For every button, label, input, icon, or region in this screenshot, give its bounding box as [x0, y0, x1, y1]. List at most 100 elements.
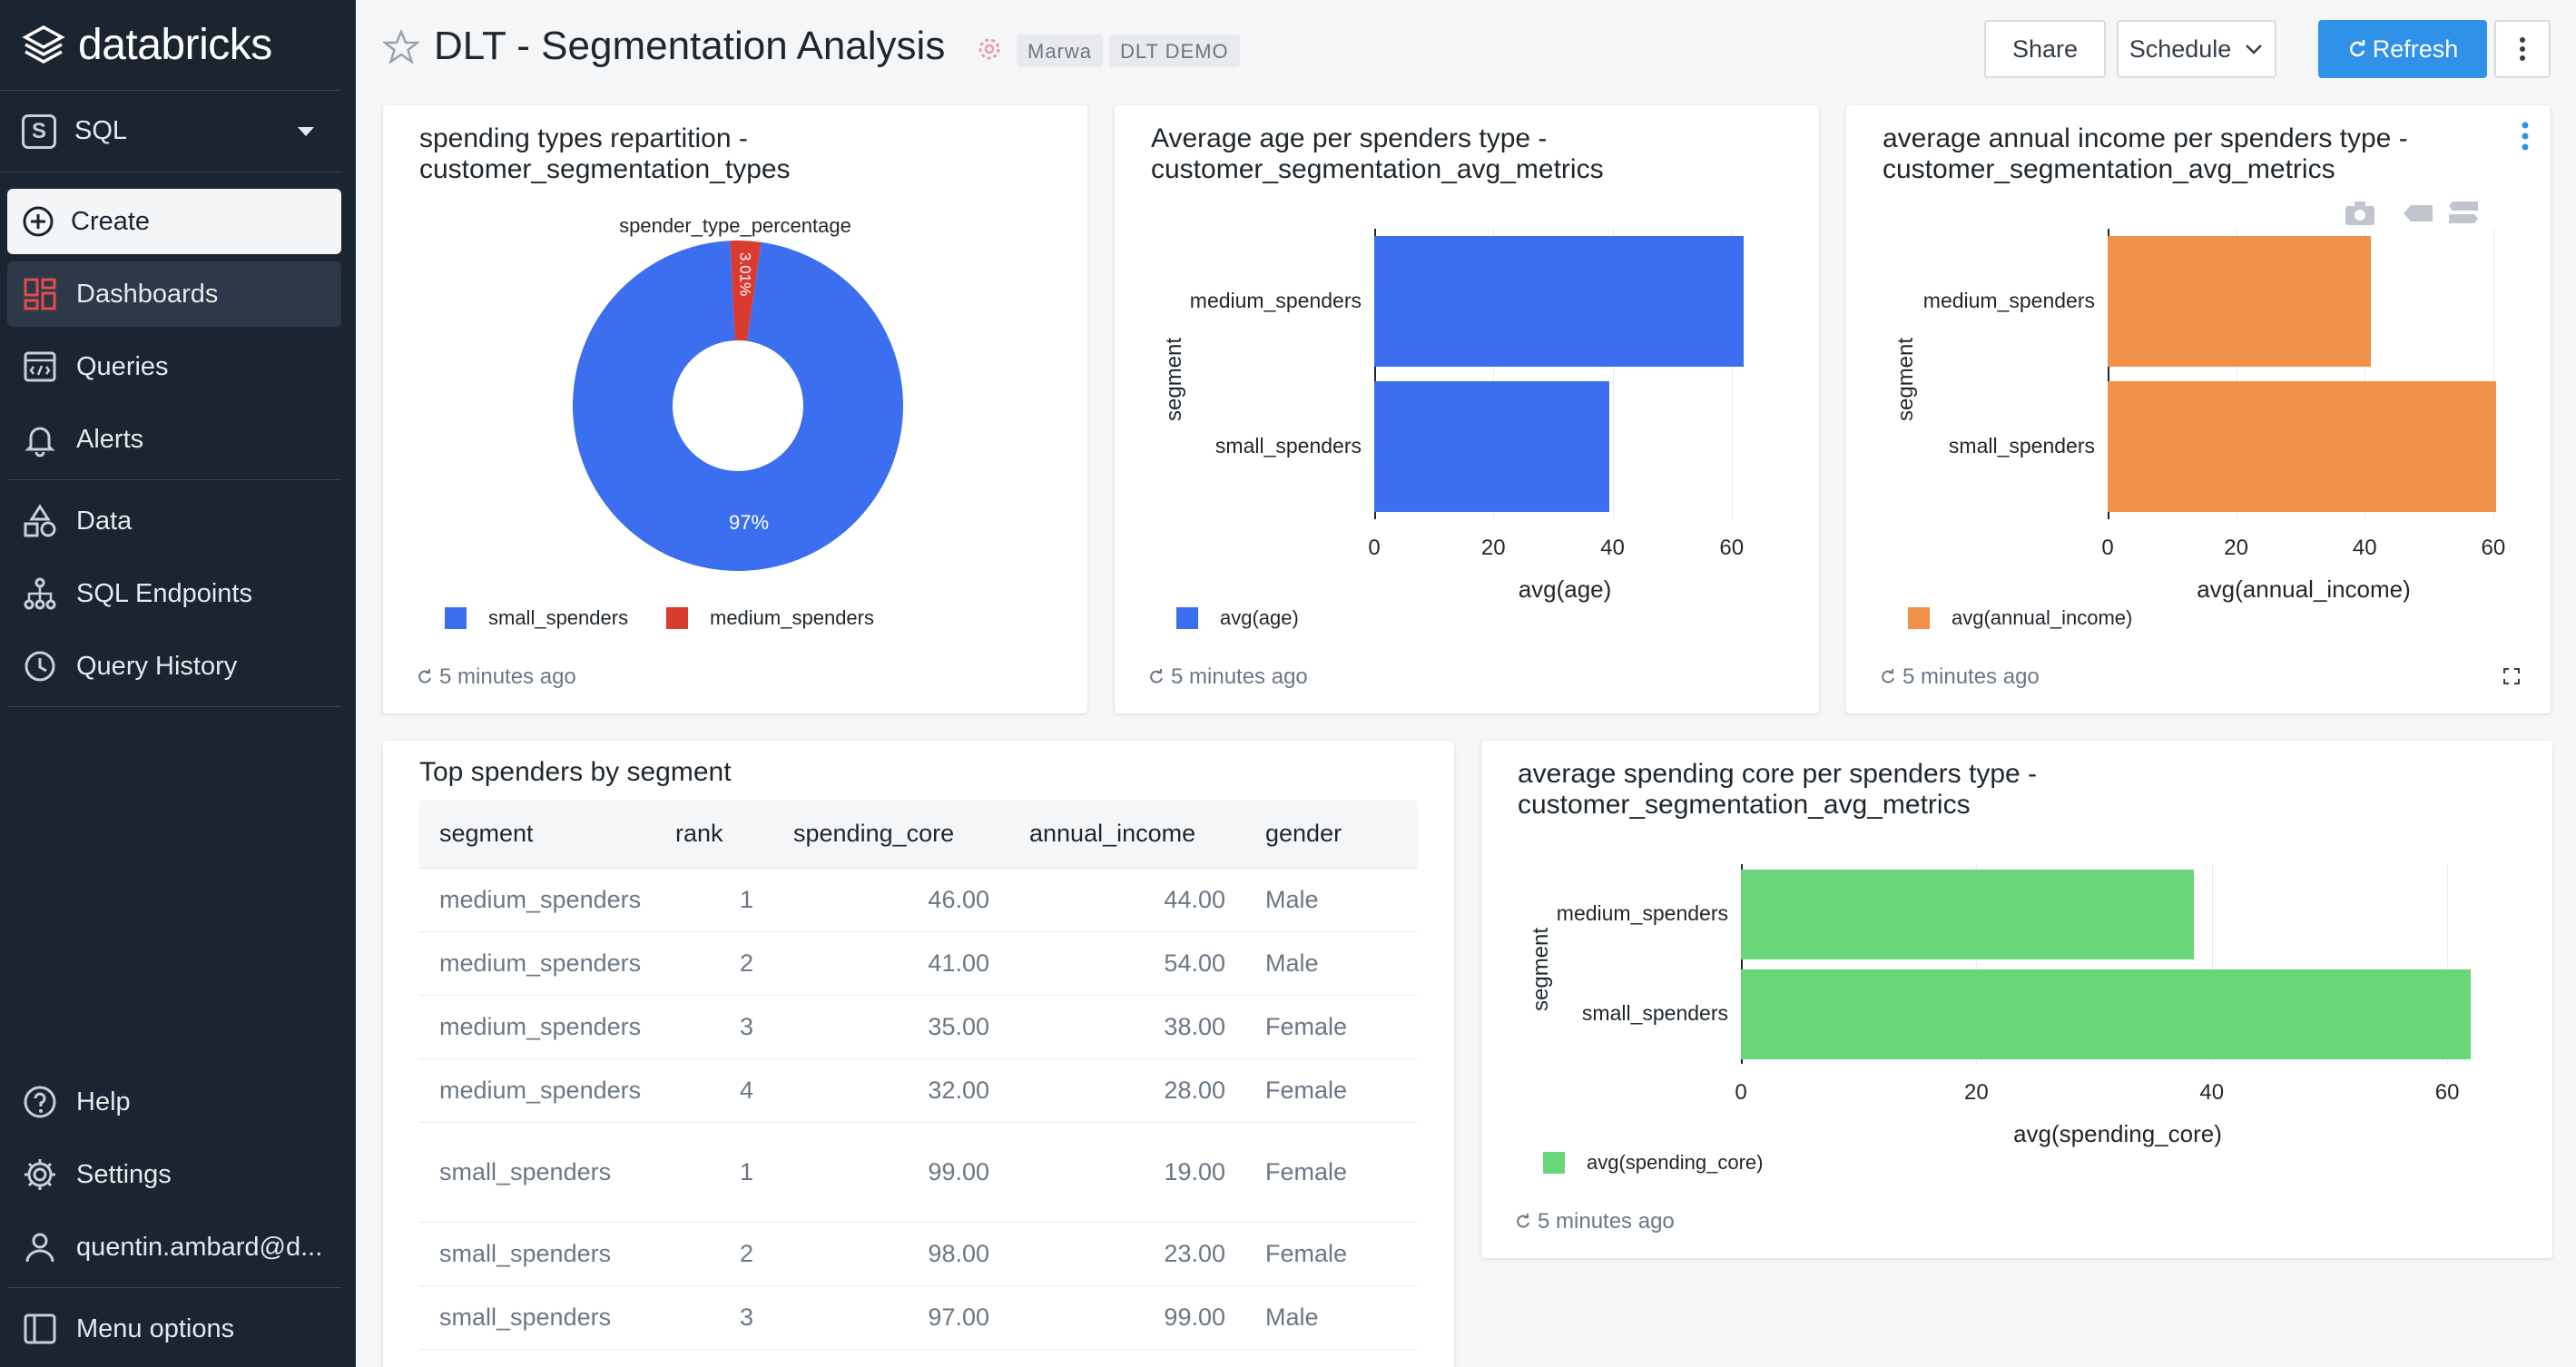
table-row[interactable]: medium_spenders 4 32.00 28.00 Female	[419, 1058, 1418, 1123]
top-spenders-table: segment rank spending_core annual_income…	[419, 801, 1418, 1350]
legend-swatch	[1908, 607, 1930, 629]
x-tick-label: 20	[1964, 1080, 1989, 1105]
sidebar-item-label: Queries	[76, 351, 169, 381]
sql-persona-icon: S	[22, 113, 56, 149]
refresh-schedule-icon	[978, 38, 1000, 60]
table-cell-segment: medium_spenders	[419, 995, 655, 1059]
tag-icon[interactable]	[2402, 203, 2434, 223]
compare-icon[interactable]	[2447, 200, 2480, 227]
pie-series-label: spender_type_percentage	[619, 214, 851, 237]
pie-chart: 3.01% 97%	[573, 241, 903, 571]
endpoints-icon	[24, 577, 56, 610]
table-row[interactable]: medium_spenders 3 35.00 38.00 Female	[419, 995, 1418, 1059]
widget-menu-icon[interactable]	[2522, 122, 2529, 151]
table-cell-annual_income: 44.00	[1009, 868, 1245, 932]
bar-medium_spenders[interactable]	[2108, 236, 2372, 367]
bar-medium_spenders[interactable]	[1741, 869, 2195, 959]
refresh-icon	[1517, 1214, 1529, 1228]
sidebar-item-help[interactable]: Help	[7, 1069, 341, 1135]
sidebar-divider	[7, 1287, 341, 1288]
sidebar: databricks S SQL Create Dashboards Queri…	[0, 0, 356, 1367]
top-spenders-widget: Top spenders by segment segment rank spe…	[383, 741, 1454, 1367]
table-cell-spending_core: 99.00	[773, 1122, 1009, 1223]
favorite-star-icon[interactable]	[383, 29, 419, 65]
sidebar-item-settings[interactable]: Settings	[7, 1142, 341, 1207]
pie-widget: spending types repartition - customer_se…	[383, 105, 1087, 713]
table-row[interactable]: small_spenders 2 98.00 23.00 Female	[419, 1222, 1418, 1286]
legend-item[interactable]: avg(spending_core)	[1543, 1151, 1763, 1175]
schedule-button[interactable]: Schedule	[2117, 20, 2276, 78]
sidebar-item-label: Query History	[76, 651, 238, 681]
sidebar-item-query-history[interactable]: Query History	[7, 634, 341, 699]
bar-small_spenders[interactable]	[1374, 381, 1610, 512]
tag-badge[interactable]: Marwa	[1017, 34, 1104, 67]
table-cell-annual_income: 54.00	[1009, 931, 1245, 996]
column-header[interactable]: rank	[655, 801, 773, 869]
sidebar-item-data[interactable]: Data	[7, 488, 341, 554]
sidebar-item-label: Dashboards	[76, 279, 219, 309]
data-icon	[24, 504, 56, 537]
chevron-down-icon	[298, 126, 314, 136]
last-updated: 5 minutes ago	[1514, 1209, 1675, 1234]
table-row[interactable]: medium_spenders 2 41.00 54.00 Male	[419, 931, 1418, 996]
x-tick-label: 0	[1735, 1080, 1747, 1105]
more-options-button[interactable]	[2494, 20, 2551, 78]
column-header[interactable]: annual_income	[1009, 801, 1245, 869]
chevron-down-icon	[2246, 44, 2263, 54]
table-cell-gender: Male	[1245, 868, 1418, 932]
sidebar-item-sql-endpoints[interactable]: SQL Endpoints	[7, 561, 341, 626]
sidebar-item-queries[interactable]: Queries	[7, 334, 341, 399]
column-header[interactable]: spending_core	[773, 801, 1009, 869]
legend-item[interactable]: small_spenders	[445, 606, 628, 630]
x-tick-label: 60	[2481, 536, 2506, 560]
table-cell-spending_core: 32.00	[773, 1058, 1009, 1123]
table-cell-gender: Female	[1245, 995, 1418, 1059]
last-updated: 5 minutes ago	[1147, 664, 1308, 690]
table-header-row: segment rank spending_core annual_income…	[419, 801, 1418, 869]
table-cell-rank: 3	[655, 995, 773, 1059]
x-tick-label: 0	[2101, 536, 2114, 560]
pie-slice-label: 97%	[729, 511, 769, 534]
x-tick-label: 60	[1719, 536, 1745, 560]
persona-switcher[interactable]: S SQL	[0, 91, 341, 172]
bar-medium_spenders[interactable]	[1374, 236, 1744, 367]
legend-item[interactable]: avg(annual_income)	[1908, 606, 2132, 630]
sidebar-item-user[interactable]: quentin.ambard@d...	[7, 1215, 341, 1280]
x-tick-label: 40	[1600, 536, 1625, 560]
legend-swatch	[1543, 1152, 1565, 1174]
table-row[interactable]: small_spenders 1 99.00 19.00 Female	[419, 1122, 1418, 1223]
x-tick-label: 40	[2199, 1080, 2225, 1105]
table-cell-spending_core: 41.00	[773, 931, 1009, 996]
expand-icon[interactable]	[2503, 668, 2520, 684]
tag-badge[interactable]: DLT DEMO	[1109, 34, 1240, 67]
column-header[interactable]: segment	[419, 801, 655, 869]
y-category-label: small_spenders	[1214, 434, 1362, 457]
sidebar-item-dashboards[interactable]: Dashboards	[7, 261, 341, 327]
camera-icon[interactable]	[2344, 200, 2376, 227]
bar-small_spenders[interactable]	[1741, 969, 2472, 1059]
table-row[interactable]: small_spenders 3 97.00 99.00 Male	[419, 1285, 1418, 1350]
column-header[interactable]: gender	[1245, 801, 1418, 869]
table-cell-segment: medium_spenders	[419, 1058, 655, 1123]
create-button[interactable]: Create	[7, 189, 341, 254]
refresh-button[interactable]: Refresh	[2318, 20, 2487, 78]
y-axis-title: segment	[1162, 337, 1186, 421]
table-cell-spending_core: 46.00	[773, 868, 1009, 932]
legend-item[interactable]: avg(age)	[1176, 606, 1299, 630]
widget-title: spending types repartition - customer_se…	[419, 123, 791, 184]
sidebar-item-label: SQL Endpoints	[76, 578, 252, 608]
plus-circle-icon	[23, 206, 54, 237]
schedule-label: Schedule	[2129, 34, 2232, 63]
sidebar-item-menu-options[interactable]: Menu options	[7, 1296, 341, 1362]
legend-item[interactable]: medium_spenders	[666, 606, 874, 630]
x-tick-label: 60	[2434, 1080, 2460, 1105]
share-button[interactable]: Share	[1984, 20, 2106, 78]
sidebar-item-alerts[interactable]: Alerts	[7, 407, 341, 472]
age-bar-widget: Average age per spenders type - customer…	[1115, 105, 1819, 713]
databricks-logo[interactable]: databricks	[0, 0, 341, 91]
table-row[interactable]: medium_spenders 1 46.00 44.00 Male	[419, 868, 1418, 932]
persona-label: SQL	[74, 116, 128, 145]
queries-icon	[24, 351, 56, 382]
bar-small_spenders[interactable]	[2108, 381, 2497, 512]
table-cell-rank: 4	[655, 1058, 773, 1123]
